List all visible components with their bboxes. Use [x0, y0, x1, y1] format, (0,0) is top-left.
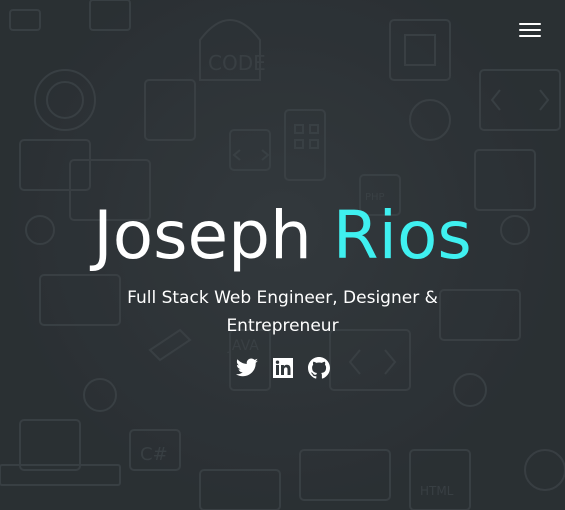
- github-icon[interactable]: [307, 356, 331, 380]
- first-name: Joseph: [93, 197, 312, 274]
- hero-content: Joseph Rios Full Stack Web Engineer, Des…: [0, 198, 565, 380]
- hamburger-menu-icon[interactable]: [519, 22, 541, 38]
- social-links: [0, 356, 565, 380]
- hero-section: CODE PHP JAVA C# HTML Joseph Rios Full S…: [0, 0, 565, 510]
- twitter-icon[interactable]: [235, 356, 259, 380]
- linkedin-icon[interactable]: [271, 356, 295, 380]
- last-name: Rios: [332, 197, 472, 274]
- tagline: Full Stack Web Engineer, Designer & Entr…: [127, 288, 438, 336]
- page-title: Joseph Rios: [0, 198, 565, 274]
